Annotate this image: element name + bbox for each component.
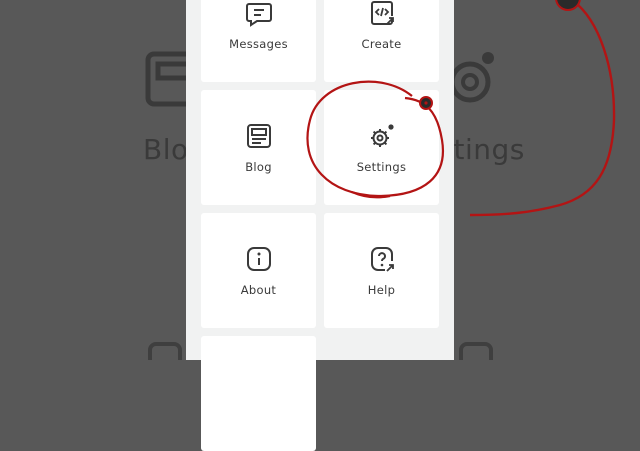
settings-tile[interactable]: Settings: [324, 90, 439, 205]
blog-tile[interactable]: Blog: [201, 90, 316, 205]
help-tile[interactable]: Help: [324, 213, 439, 328]
settings-label: Settings: [356, 159, 407, 174]
help-label: Help: [367, 282, 396, 297]
about-label: About: [240, 282, 277, 297]
info-icon: [246, 246, 271, 271]
background-blog-text: Blo: [143, 133, 189, 166]
code-file-icon: [370, 0, 394, 25]
background-settings-text: ttings: [442, 133, 525, 166]
blurred-icon: [459, 342, 493, 360]
messages-tile[interactable]: Messages: [201, 0, 316, 82]
blog-icon: [246, 123, 271, 148]
messages-label: Messages: [229, 36, 288, 51]
about-tile[interactable]: About: [201, 213, 316, 328]
message-icon: [245, 2, 272, 27]
help-icon: [370, 246, 394, 272]
blog-label: Blog: [245, 159, 272, 174]
create-label: Create: [361, 36, 402, 51]
more-tile[interactable]: [201, 336, 316, 451]
create-tile[interactable]: Create: [324, 0, 439, 82]
blurred-icon: [148, 342, 182, 360]
menu-panel: Messages Create Blog Settings About Help: [186, 0, 454, 451]
gear-icon: [370, 123, 394, 147]
